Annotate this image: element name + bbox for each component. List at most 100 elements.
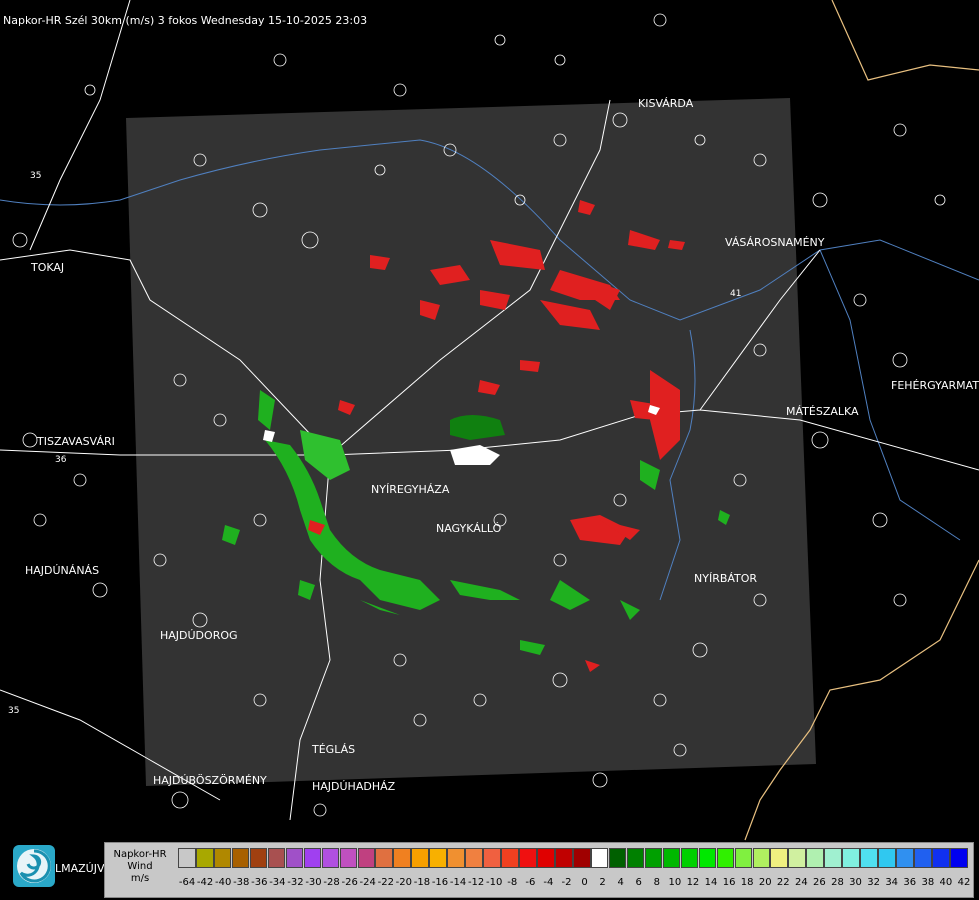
legend-swatch [465, 848, 483, 868]
legend-swatch [842, 848, 860, 868]
legend-tick-label: -20 [395, 877, 413, 888]
road-number-35-bottom: 35 [8, 706, 19, 716]
city-teglas: TÉGLÁS [312, 743, 356, 756]
legend-swatch [608, 848, 627, 868]
legend-tick-label: -42 [196, 877, 214, 888]
legend-swatch [555, 848, 573, 868]
legend-tick-label: -10 [486, 877, 503, 888]
legend-tick-label: 32 [867, 877, 880, 888]
legend-tick-label: 4 [617, 877, 624, 888]
legend-tick-label: 30 [849, 877, 862, 888]
legend-tick-label: -8 [507, 877, 518, 888]
legend-tick-label: -28 [323, 877, 340, 888]
legend-tick-label: 42 [957, 877, 971, 888]
road-number-36: 36 [55, 455, 67, 465]
legend-swatch [195, 848, 214, 868]
legend-swatch [914, 848, 932, 868]
legend-swatch [411, 848, 429, 868]
radar-map: 35 36 41 35 [0, 0, 979, 900]
legend-swatch [429, 848, 447, 868]
legend-tick-label: -2 [561, 877, 572, 888]
city-hajduhadhaz: HAJDÚHADHÁZ [312, 780, 396, 793]
legend-line2: Wind [127, 861, 153, 872]
legend-swatch [680, 848, 699, 868]
legend-tick-label: -24 [359, 877, 376, 888]
legend-tick-label: -38 [233, 877, 250, 888]
legend-swatch [213, 848, 232, 868]
legend-tick-label: -36 [251, 877, 268, 888]
legend-swatch [662, 848, 681, 868]
legend-swatch [339, 848, 358, 868]
legend-swatch [770, 848, 789, 868]
legend-tick-label: 6 [635, 877, 642, 888]
city-nyiregyhaza: NYÍREGYHÁZA [371, 483, 450, 496]
legend-tick-label: 28 [831, 877, 844, 888]
legend-swatch [231, 848, 250, 868]
city-nyirbator: NYÍRBÁTOR [694, 572, 758, 585]
legend-tick-label: 20 [758, 877, 772, 888]
city-tokaj: TOKAJ [31, 261, 65, 274]
legend-tick-label: -12 [467, 877, 485, 888]
legend-tick-label: 22 [776, 877, 790, 888]
legend-tick-label: -14 [449, 877, 467, 888]
city-hajdudorog: HAJDÚDOROG [160, 629, 238, 642]
legend-tick-label: -64 [178, 877, 196, 888]
napkor-logo-icon [13, 845, 55, 887]
color-legend: Napkor-HR Wind m/s -64 -42 -40 -38 -36 -34 -32… [104, 842, 974, 898]
legend-line3: m/s [130, 873, 150, 884]
legend-tick-label: -30 [305, 877, 322, 888]
legend-tick-label: -4 [543, 877, 554, 888]
legend-swatch [878, 848, 896, 868]
legend-tick-label: 40 [939, 877, 953, 888]
legend-swatch [949, 848, 968, 868]
legend-swatches [178, 848, 968, 870]
legend-swatch [267, 848, 286, 868]
legend-tick-label: 12 [686, 877, 700, 888]
legend-swatch [572, 848, 591, 868]
legend-tick-label: 16 [722, 877, 736, 888]
road-number-41: 41 [730, 289, 741, 299]
legend-swatch [626, 848, 645, 868]
legend-swatch [519, 848, 537, 868]
legend-tick-label: 8 [653, 877, 660, 888]
legend-swatch [860, 848, 878, 868]
legend-swatch [788, 848, 806, 868]
legend-tick-label: -34 [269, 877, 286, 888]
legend-swatch [537, 848, 555, 868]
legend-label: Napkor-HR Wind m/s [105, 843, 175, 899]
legend-swatch [375, 848, 394, 868]
legend-tick-label: 38 [921, 877, 935, 888]
road-number-35-top: 35 [30, 171, 41, 181]
legend-swatch [321, 848, 340, 868]
legend-swatch [483, 848, 501, 868]
city-kisvarda: KISVÁRDA [638, 97, 694, 110]
city-hajduboszormeny: HAJDÚBÖSZÖRMÉNY [153, 774, 267, 787]
legend-tick-label: -26 [341, 877, 358, 888]
legend-tick-label: 24 [794, 877, 808, 888]
legend-tick-label: 10 [668, 877, 682, 888]
legend-tick-label: -18 [413, 877, 431, 888]
map-title: Napkor-HR Szél 30km (m/s) 3 fokos Wednes… [3, 14, 368, 27]
legend-swatch [806, 848, 824, 868]
legend-tick-label: 14 [704, 877, 718, 888]
city-nagykallo: NAGYKÁLLÓ [436, 522, 502, 535]
legend-tick-label: 18 [740, 877, 754, 888]
city-fehergyarmat: FEHÉRGYARMAT [891, 379, 979, 392]
legend-tick-label: -32 [287, 877, 304, 888]
city-vasarosnameny: VÁSÁROSNAMÉNY [725, 236, 825, 249]
legend-tick-label: 34 [885, 877, 899, 888]
legend-swatch [716, 848, 735, 868]
legend-swatch [357, 848, 376, 868]
legend-swatch [590, 848, 609, 868]
legend-swatch [752, 848, 771, 868]
radar-coverage-area [126, 98, 816, 786]
legend-swatch [303, 848, 322, 868]
legend-swatch [896, 848, 914, 868]
legend-swatch [447, 848, 465, 868]
legend-swatch [824, 848, 842, 868]
legend-swatch [644, 848, 663, 868]
city-mateszalka: MÁTÉSZALKA [786, 405, 859, 418]
legend-swatch [393, 848, 411, 868]
legend-line1: Napkor-HR [113, 849, 167, 860]
legend-swatch [249, 848, 268, 868]
